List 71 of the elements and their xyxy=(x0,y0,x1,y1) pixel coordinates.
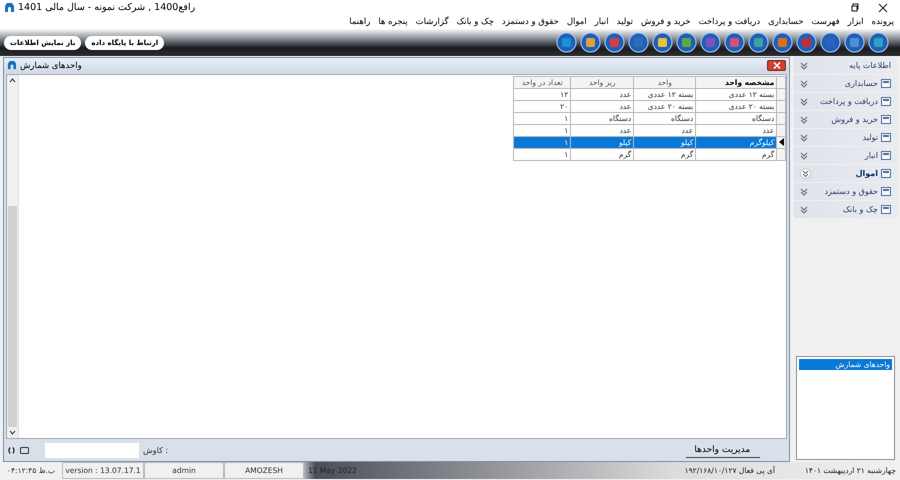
scroll-down-icon[interactable] xyxy=(9,430,16,435)
menu-item[interactable]: دریافت و پرداخت xyxy=(694,17,764,27)
round-toolbar-icon[interactable] xyxy=(868,32,890,53)
round-toolbar-icon[interactable] xyxy=(628,32,650,53)
menu-item[interactable]: فهرست xyxy=(808,17,844,27)
sidebar-item[interactable]: انبار xyxy=(794,147,897,164)
search-label: کاوش : xyxy=(143,446,168,455)
menu-item[interactable]: ابزار xyxy=(844,17,868,27)
module-icon xyxy=(881,97,891,106)
sidebar-item[interactable]: حسابداری xyxy=(794,75,897,92)
chevron-icon xyxy=(800,168,812,179)
menu-item[interactable]: چک و بانک xyxy=(452,17,498,27)
sidebar-item[interactable]: چک و بانک xyxy=(794,201,897,218)
menu-item[interactable]: گزارشات xyxy=(412,17,453,27)
module-icon xyxy=(881,187,891,196)
scrollbar[interactable] xyxy=(7,75,19,438)
braces-icon[interactable] xyxy=(7,447,16,454)
round-toolbar-icon[interactable] xyxy=(556,32,578,53)
sidebar-item[interactable]: تولید xyxy=(794,129,897,146)
menu-item[interactable]: تولید xyxy=(612,17,638,27)
round-toolbar-icon[interactable] xyxy=(676,32,698,53)
close-icon[interactable] xyxy=(878,2,888,12)
module-icon xyxy=(881,205,891,214)
app-logo-icon xyxy=(4,2,15,12)
close-button[interactable] xyxy=(767,60,786,71)
tab[interactable]: مدیریت واحدها xyxy=(686,443,760,458)
menu-item[interactable]: پرونده xyxy=(868,17,898,27)
chevron-icon xyxy=(800,206,808,214)
menu-item[interactable]: راهنما xyxy=(345,17,374,27)
menu-item[interactable]: اموال xyxy=(562,17,591,27)
sidebar-item[interactable]: دریافت و پرداخت xyxy=(794,93,897,110)
menu-item[interactable]: انبار xyxy=(590,17,613,27)
menu-item[interactable]: حقوق و دستمزد xyxy=(498,17,563,27)
round-toolbar-icon[interactable] xyxy=(772,32,794,53)
window-title: رافع1400 , شرکت نمونه - سال مالی 1401 xyxy=(18,2,196,13)
round-toolbar-icon[interactable] xyxy=(748,32,770,53)
chevron-icon xyxy=(800,116,808,124)
menu-item[interactable]: خرید و فروش xyxy=(637,17,695,27)
chevron-icon xyxy=(800,152,808,160)
module-icon xyxy=(881,169,891,178)
sidebar-item[interactable]: حقوق و دستمزد xyxy=(794,183,897,200)
round-toolbar-icon[interactable] xyxy=(652,32,674,53)
round-toolbar-icon[interactable] xyxy=(796,32,818,53)
scroll-up-icon[interactable] xyxy=(9,78,16,83)
sidebar-item[interactable]: اموال xyxy=(794,165,897,182)
sidebar-item[interactable]: اطلاعات پایه xyxy=(794,57,897,74)
chevron-icon xyxy=(800,134,808,142)
app-logo-icon xyxy=(7,61,17,70)
module-icon xyxy=(881,151,891,160)
round-toolbar-icon[interactable] xyxy=(604,32,626,53)
module-icon xyxy=(881,79,891,88)
row-pointer-icon xyxy=(779,138,785,146)
menu-item[interactable]: پنجره ها xyxy=(374,17,412,27)
module-icon xyxy=(881,133,891,142)
module-icon xyxy=(881,115,891,124)
round-toolbar-icon[interactable] xyxy=(700,32,722,53)
search-field[interactable] xyxy=(45,443,139,458)
chevron-icon xyxy=(800,62,808,70)
round-toolbar-icon[interactable] xyxy=(724,32,746,53)
restore-icon[interactable] xyxy=(850,2,860,12)
chevron-icon xyxy=(800,80,808,88)
child-window-title: واحدهای شمارش xyxy=(20,60,83,70)
sidebar-item[interactable]: خرید و فروش xyxy=(794,111,897,128)
menu-item[interactable]: حسابداری xyxy=(764,17,808,27)
round-toolbar-icon[interactable] xyxy=(820,32,842,53)
round-toolbar-icon[interactable] xyxy=(844,32,866,53)
close-icon xyxy=(772,62,781,69)
chevron-icon xyxy=(800,98,808,106)
round-toolbar-icon[interactable] xyxy=(580,32,602,53)
window-icon[interactable] xyxy=(20,447,29,454)
chevron-icon xyxy=(800,188,808,196)
